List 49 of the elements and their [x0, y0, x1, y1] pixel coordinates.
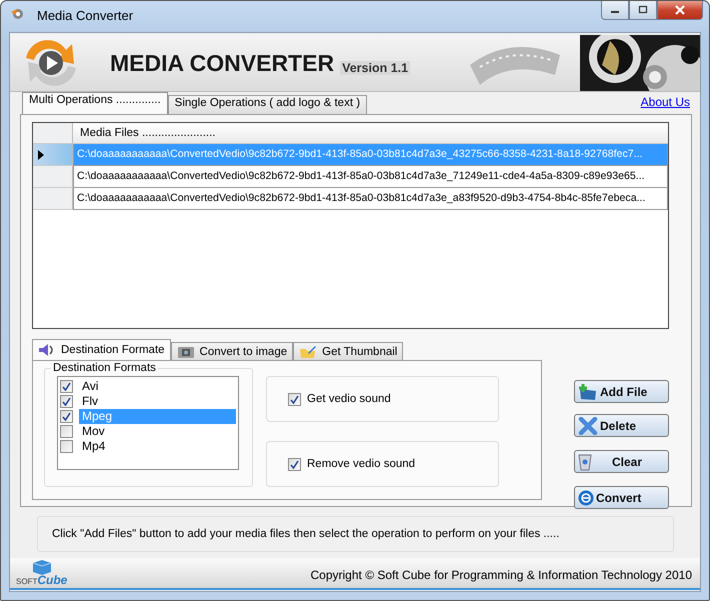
checkbox[interactable]	[60, 380, 73, 393]
folder-pencil-icon	[299, 344, 318, 358]
minimize-button[interactable]	[601, 1, 629, 20]
about-link[interactable]: About Us	[640, 95, 690, 109]
list-item[interactable]: Mov	[79, 424, 236, 439]
logo-text: Cube	[37, 575, 68, 586]
add-folder-icon	[578, 382, 598, 400]
copyright-text: Copyright © Soft Cube for Programming & Information Technology 2010	[310, 568, 692, 582]
checkbox[interactable]	[288, 458, 301, 470]
table-cell[interactable]: C:\doaaaaaaaaaaa\ConvertedVedio\9c82b672-9bd1-413f-85a0-03b81c4d7a3e_71249e11-cde4-4a5a-8309-c89e93e65...	[73, 166, 668, 188]
list-item[interactable]: Flv	[79, 394, 236, 409]
tab[interactable]: Destination Formate	[32, 339, 171, 360]
checkbox[interactable]	[60, 440, 73, 453]
hint-text: Click "Add Files" button to add your media files then select the operation to perform on your files .....	[52, 528, 560, 540]
action-button[interactable]: Clear	[574, 450, 669, 473]
action-button[interactable]: Convert	[574, 486, 669, 509]
tab[interactable]: Convert to image	[170, 342, 294, 360]
action-button[interactable]: Add File	[574, 380, 669, 403]
checkbox[interactable]	[288, 392, 301, 406]
maximize-icon	[638, 5, 648, 15]
action-button[interactable]: Delete	[574, 414, 669, 437]
logo-text: SOFT	[16, 576, 38, 587]
checkbox[interactable]	[60, 395, 73, 408]
group-title: Destination Formats	[52, 362, 157, 374]
row-pointer-icon	[38, 150, 44, 160]
tab[interactable]: Get Thumbnail	[293, 342, 404, 360]
list-item[interactable]: Mp4	[79, 439, 236, 454]
checkbox-label[interactable]: Remove vedio sound	[307, 458, 416, 470]
list-item[interactable]: Avi	[79, 379, 236, 394]
checkbox[interactable]	[60, 425, 73, 438]
camera-icon	[176, 344, 195, 358]
close-button[interactable]	[657, 1, 703, 20]
convert-circle-icon	[578, 490, 594, 506]
version-label: Version 1.1	[340, 61, 410, 75]
checkbox[interactable]	[60, 410, 73, 423]
speaker-icon	[38, 343, 56, 357]
column-header[interactable]: Media Files .......................	[73, 123, 668, 144]
app-title: MEDIA CONVERTER	[110, 50, 334, 76]
checkbox-label[interactable]: Get vedio sound	[307, 393, 391, 405]
maximize-button[interactable]	[629, 1, 657, 20]
trash-icon	[578, 452, 592, 470]
window-title: Media Converter	[37, 8, 134, 23]
tab[interactable]: Single Operations ( add logo & text )	[168, 95, 368, 114]
row-header[interactable]	[33, 144, 73, 166]
close-icon	[674, 5, 686, 15]
table-cell[interactable]: C:\doaaaaaaaaaaa\ConvertedVedio\9c82b672-9bd1-413f-85a0-03b81c4d7a3e_a83f9520-d9b3-4754-8b4c-85fe7ebeca...	[73, 188, 668, 210]
delete-x-icon	[578, 416, 598, 434]
tab[interactable]: Multi Operations ..............	[22, 92, 168, 114]
header-corner	[33, 123, 73, 144]
